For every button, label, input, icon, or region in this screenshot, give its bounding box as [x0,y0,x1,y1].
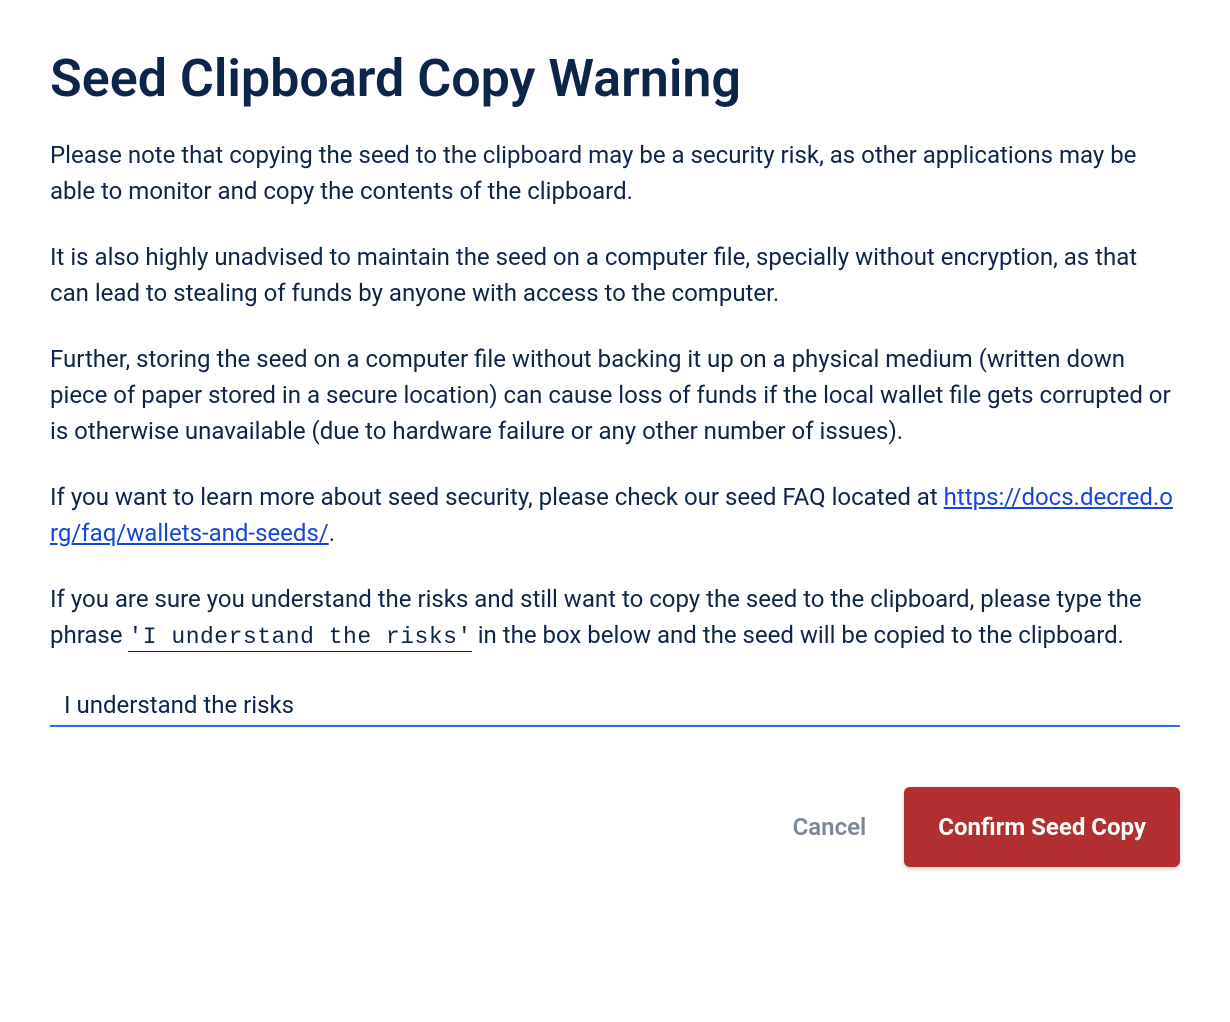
confirm-instruction-paragraph: If you are sure you understand the risks… [50,581,1180,655]
faq-suffix-text: . [329,519,335,547]
confirm-instruction-suffix: in the box below and the seed will be co… [472,621,1124,649]
cancel-button[interactable]: Cancel [789,803,871,851]
warning-paragraph-3: Further, storing the seed on a computer … [50,341,1180,449]
confirm-phrase-input[interactable] [50,685,1180,727]
dialog-button-row: Cancel Confirm Seed Copy [50,787,1180,867]
faq-prefix-text: If you want to learn more about seed sec… [50,483,944,511]
confirm-input-row [50,685,1180,727]
faq-paragraph: If you want to learn more about seed sec… [50,479,1180,551]
warning-paragraph-1: Please note that copying the seed to the… [50,137,1180,209]
warning-paragraph-2: It is also highly unadvised to maintain … [50,239,1180,311]
confirm-seed-copy-button[interactable]: Confirm Seed Copy [904,787,1180,867]
dialog-title: Seed Clipboard Copy Warning [50,50,1180,107]
dialog-container: Seed Clipboard Copy Warning Please note … [50,50,1180,867]
confirm-phrase: 'I understand the risks' [128,624,471,652]
